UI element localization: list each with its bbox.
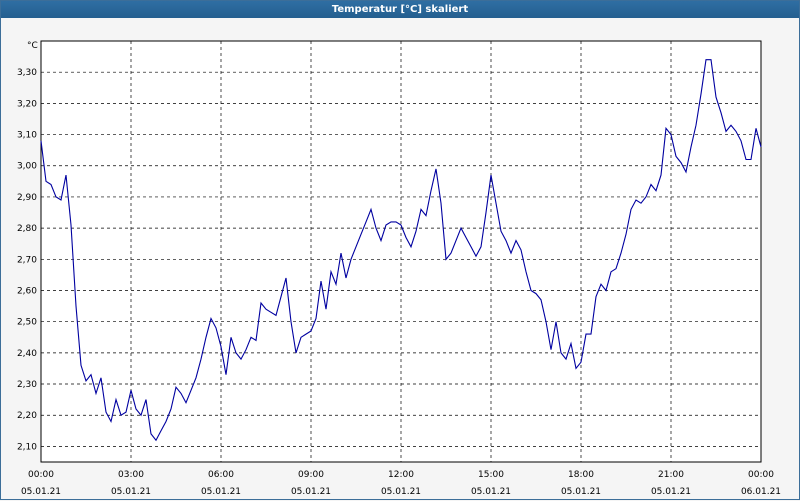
x-tick-date: 05.01.21 — [291, 487, 331, 497]
x-tick-time: 09:00 — [298, 470, 324, 480]
y-tick-label: 2,50 — [17, 318, 37, 328]
x-tick-time: 21:00 — [658, 470, 684, 480]
y-tick-label: 3,30 — [17, 68, 37, 78]
x-tick-date: 05.01.21 — [111, 487, 151, 497]
y-tick-label: 2,60 — [17, 286, 37, 296]
x-tick-date: 06.01.21 — [741, 487, 781, 497]
x-tick-time: 12:00 — [388, 470, 414, 480]
x-tick-date: 05.01.21 — [381, 487, 421, 497]
y-tick-label: 3,00 — [17, 162, 37, 172]
y-tick-label: 3,20 — [17, 99, 37, 109]
y-tick-label: 2,10 — [17, 442, 37, 452]
y-tick-label: 2,80 — [17, 224, 37, 234]
x-tick-date: 05.01.21 — [561, 487, 601, 497]
y-tick-label: 2,30 — [17, 380, 37, 390]
x-tick-time: 06:00 — [208, 470, 234, 480]
temperature-chart: 2,10 2,20 2,30 2,40 2,50 2,60 2,70 2,80 2,90 3,00… — [17, 40, 781, 497]
x-tick-time: 03:00 — [118, 470, 144, 480]
y-tick-label: 2,70 — [17, 255, 37, 265]
x-tick-time: 15:00 — [478, 470, 504, 480]
x-tick-date: 05.01.21 — [21, 487, 61, 497]
x-tick-date: 05.01.21 — [201, 487, 241, 497]
x-tick-time: 00:00 — [748, 470, 774, 480]
chart-window: Temperatur [°C] skaliert 2,10 2,20 2,30 2,4… — [0, 0, 800, 500]
y-tick-label: 2,20 — [17, 411, 37, 421]
y-tick-label: 2,90 — [17, 193, 37, 203]
x-tick-time: 00:00 — [28, 470, 54, 480]
x-tick-date: 05.01.21 — [471, 487, 511, 497]
y-tick-label: 2,40 — [17, 349, 37, 359]
y-axis-label: °C — [27, 41, 38, 51]
y-tick-label: 3,10 — [17, 131, 37, 141]
x-tick-time: 18:00 — [568, 470, 594, 480]
x-tick-date: 05.01.21 — [651, 487, 691, 497]
